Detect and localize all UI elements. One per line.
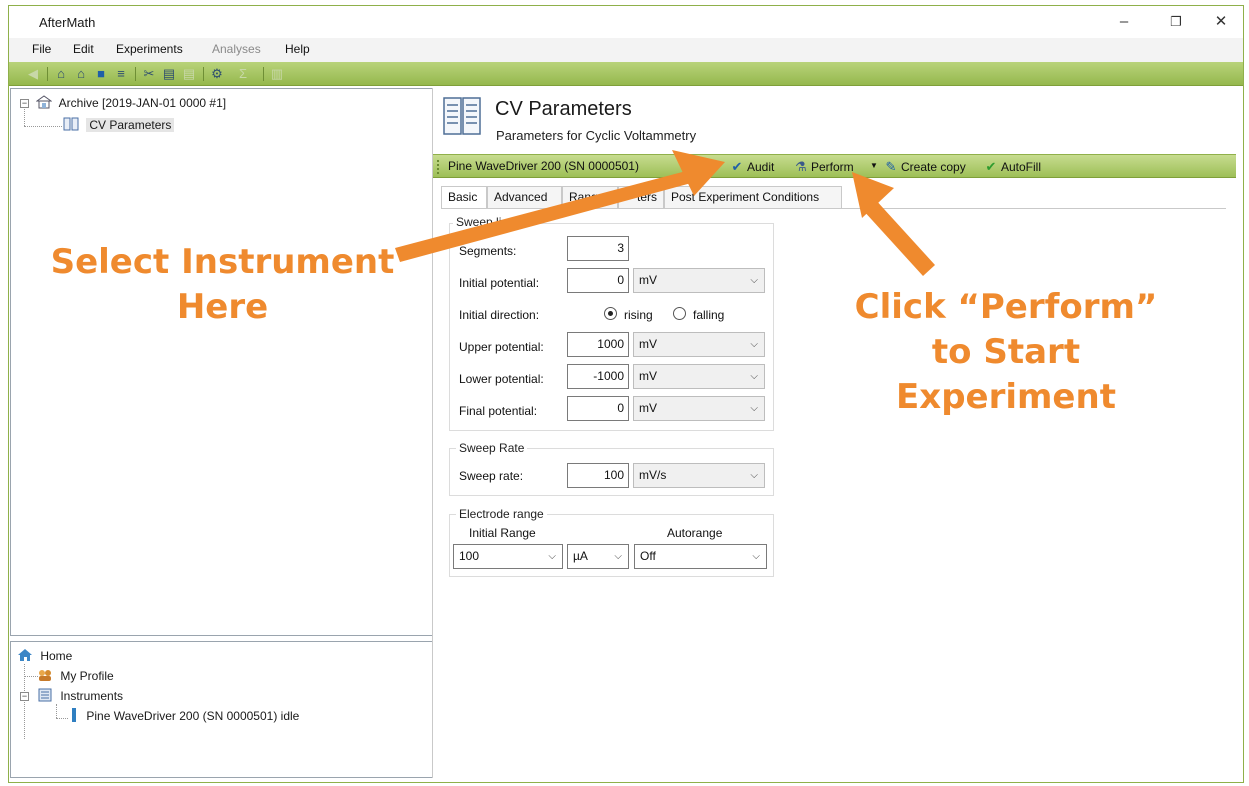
arrow-to-instrument-select — [395, 150, 725, 262]
annotation-arrows — [395, 150, 935, 276]
arrow-to-perform-button — [852, 172, 935, 276]
